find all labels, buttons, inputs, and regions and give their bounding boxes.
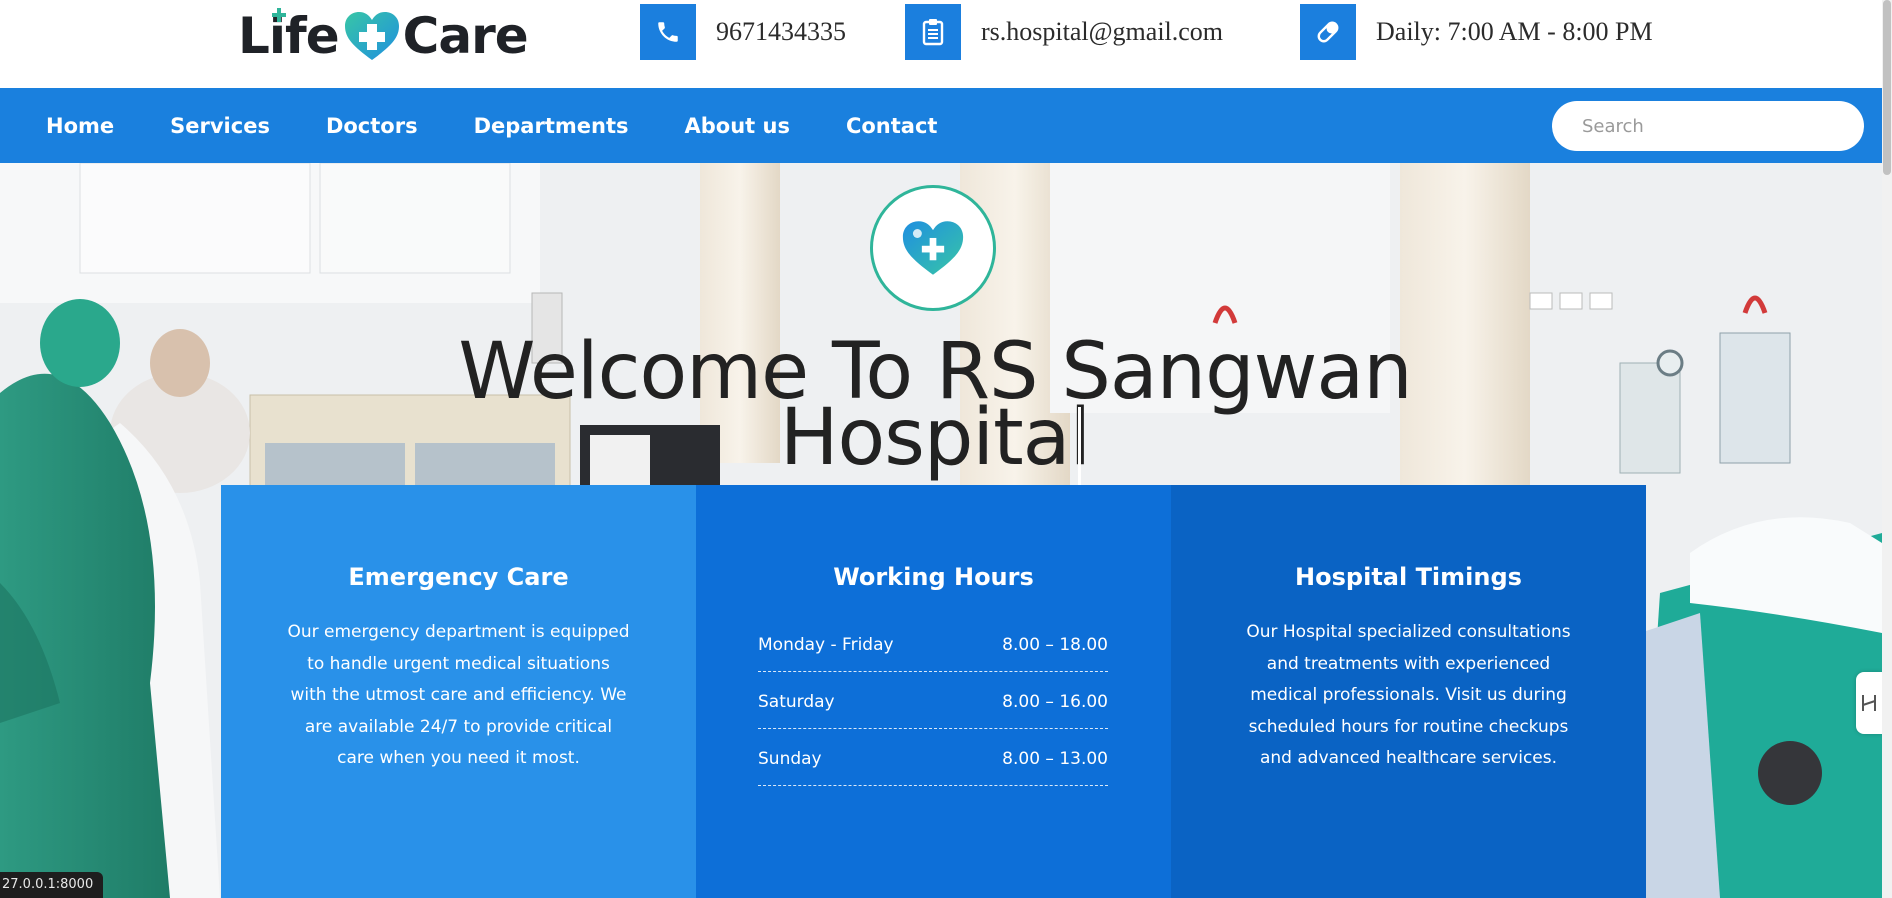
hours-row: Saturday 8.00 – 16.00 [758,672,1108,729]
side-toggle-tab[interactable] [1856,672,1882,734]
status-bar-url: 27.0.0.1:8000 [0,872,104,898]
clipboard-icon [905,4,961,60]
nav-about-us[interactable]: About us [684,114,789,138]
phone-icon [640,4,696,60]
nav-list: Home Services Doctors Departments About … [46,88,993,163]
phone-number: 9671434335 [716,17,846,46]
pill-icon [1300,4,1356,60]
card-hospital-timings: Hospital Timings Our Hospital specialize… [1171,485,1646,898]
chat-widget-button[interactable] [1758,741,1822,805]
working-hours-list: Monday - Friday 8.00 – 18.00 Saturday 8.… [758,615,1108,786]
hours-day: Saturday [758,692,835,712]
contact-email[interactable]: rs.hospital@gmail.com [905,4,1223,60]
email-address: rs.hospital@gmail.com [981,17,1224,46]
nav-doctors[interactable]: Doctors [326,114,418,138]
nav-departments[interactable]: Departments [474,114,629,138]
logo-text-life: Life [238,7,340,65]
card-emergency-text: Our emergency department is equipped to … [287,622,630,768]
hero-title: Welcome To RS Sangwan Hospital [420,333,1450,477]
card-working-hours-title: Working Hours [833,563,1034,591]
daily-hours: Daily: 7:00 AM - 8:00 PM [1376,17,1653,46]
text-caret [1078,407,1081,493]
card-working-hours: Working Hours Monday - Friday 8.00 – 18.… [696,485,1171,898]
top-header: Life Care 9671434335 rs.hospital@gmail.c… [0,0,1892,88]
page-scrollbar-thumb[interactable] [1883,0,1891,175]
hours-time: 8.00 – 13.00 [1002,749,1108,769]
heart-plus-icon [902,221,964,275]
logo-heart-icon [343,10,401,62]
hours-row: Sunday 8.00 – 13.00 [758,729,1108,786]
card-timings-title: Hospital Timings [1295,563,1522,591]
hours-day: Sunday [758,749,822,769]
nav-home[interactable]: Home [46,114,114,138]
contact-hours: Daily: 7:00 AM - 8:00 PM [1300,4,1653,60]
search-input[interactable] [1552,101,1864,151]
hours-time: 8.00 – 18.00 [1002,635,1108,655]
contact-phone[interactable]: 9671434335 [640,4,846,60]
hours-row: Monday - Friday 8.00 – 18.00 [758,615,1108,672]
nav-contact[interactable]: Contact [846,114,938,138]
site-logo[interactable]: Life Care [238,6,529,66]
toggle-icon [1862,695,1876,711]
hours-time: 8.00 – 16.00 [1002,692,1108,712]
nav-services[interactable]: Services [170,114,270,138]
hero-heart-badge [870,185,996,311]
main-nav: Home Services Doctors Departments About … [0,88,1882,163]
logo-text-care: Care [402,7,529,65]
card-timings-text: Our Hospital specialized consultations a… [1246,622,1571,768]
card-emergency-care: Emergency Care Our emergency department … [221,485,696,898]
card-emergency-title: Emergency Care [348,563,569,591]
hours-day: Monday - Friday [758,635,894,655]
logo-plus-icon [272,8,286,22]
